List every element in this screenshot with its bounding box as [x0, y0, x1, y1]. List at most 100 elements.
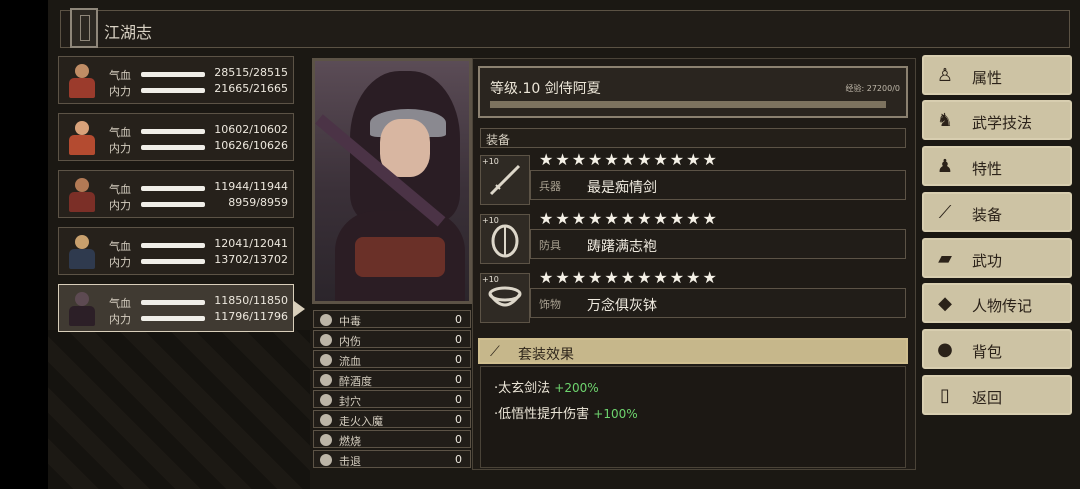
- weapon-row[interactable]: 兵器 最是痴情剑: [530, 170, 906, 200]
- mp-bar: [141, 202, 205, 207]
- equipment-section-label: 装备: [486, 133, 511, 147]
- menu-martial-techniques-button[interactable]: ♞ 武学技法: [922, 100, 1072, 140]
- status-qi-deviation: 走火入魔 0: [313, 410, 471, 428]
- mp-label: 内力: [109, 199, 131, 212]
- warrior-red-icon: [64, 62, 100, 100]
- set-effect-label: 套装效果: [518, 347, 574, 363]
- armor-name: 踌躇满志袍: [587, 239, 657, 255]
- menu-traits-button[interactable]: ♟ 特性: [922, 146, 1072, 186]
- menu-equipment-button[interactable]: ⟋ 装备: [922, 192, 1072, 232]
- bowl-icon[interactable]: +10: [480, 273, 530, 323]
- needle-icon: [320, 394, 332, 406]
- team-member-5-selected[interactable]: 气血 11850/11850 内力 11796/11796: [58, 284, 305, 332]
- hp-bar: [141, 186, 205, 191]
- book-icon: [70, 8, 98, 48]
- accessory-slot-label: 饰物: [539, 298, 561, 311]
- hp-bar: [141, 129, 205, 134]
- status-burning: 燃烧 0: [313, 430, 471, 448]
- status-internal-injury: 内伤 0: [313, 330, 471, 348]
- bag-icon: ●: [937, 338, 953, 360]
- blood-icon: [320, 354, 332, 366]
- hp-value: 11850/11850: [214, 294, 288, 307]
- menu-biography-button[interactable]: ◆ 人物传记: [922, 283, 1072, 323]
- menu-skills-button[interactable]: ▰ 武功: [922, 238, 1072, 278]
- mp-label: 内力: [109, 85, 131, 98]
- mp-label: 内力: [109, 142, 131, 155]
- hp-value: 28515/28515: [214, 66, 288, 79]
- armor-slot-label: 防具: [539, 239, 561, 252]
- armor-stars: ★★★★★★★★★★★: [539, 209, 719, 228]
- hp-value: 10602/10602: [214, 123, 288, 136]
- enhance-level: +10: [482, 216, 499, 225]
- status-drunk: 醉酒度 0: [313, 370, 471, 388]
- status-poison: 中毒 0: [313, 310, 471, 328]
- door-icon: ▯: [940, 384, 950, 406]
- exp-bar: [490, 101, 886, 108]
- skull-icon: [320, 314, 332, 326]
- martial-figure-icon: ♞: [936, 109, 954, 131]
- weapon-slot-label: 兵器: [539, 180, 561, 193]
- accessory-row[interactable]: 饰物 万念俱灰钵: [530, 288, 906, 318]
- mp-value: 13702/13702: [214, 253, 288, 266]
- mp-label: 内力: [109, 313, 131, 326]
- enhance-level: +10: [482, 157, 499, 166]
- mp-value: 21665/21665: [214, 82, 288, 95]
- mp-bar: [141, 145, 205, 150]
- armor-icon[interactable]: +10: [480, 214, 530, 264]
- window-title: 江湖志: [104, 23, 153, 42]
- menu-bag-button[interactable]: ● 背包: [922, 329, 1072, 369]
- hat-swordsman-icon: [64, 233, 100, 271]
- status-knockback: 击退 0: [313, 450, 471, 468]
- equipment-section-header: 装备: [480, 128, 906, 148]
- hp-bar: [141, 243, 205, 248]
- menu-back-button[interactable]: ▯ 返回: [922, 375, 1072, 415]
- mp-label: 内力: [109, 256, 131, 269]
- character-header: 等级.10 剑侍阿夏 经验: 27200/0: [478, 66, 908, 118]
- accessory-name: 万念俱灰钵: [587, 298, 657, 314]
- hp-bar: [141, 72, 205, 77]
- sword-icon: ⟋: [490, 344, 500, 360]
- exp-text: 经验: 27200/0: [845, 84, 900, 93]
- wine-icon: [320, 374, 332, 386]
- hp-label: 气血: [109, 69, 131, 82]
- sword-icon: ⟋: [938, 201, 952, 223]
- armor-row[interactable]: 防具 踌躇满志袍: [530, 229, 906, 259]
- hp-value: 11944/11944: [214, 180, 288, 193]
- boot-icon: [320, 454, 332, 466]
- accessory-stars: ★★★★★★★★★★★: [539, 268, 719, 287]
- set-effect-header: ⟋ 套装效果: [478, 338, 908, 364]
- character-portrait: [312, 58, 472, 304]
- sword-icon[interactable]: +10: [480, 155, 530, 205]
- set-effect-2: ·低悟性提升伤害 +100%: [494, 407, 638, 422]
- team-member-3[interactable]: 气血 11944/11944 内力 8959/8959: [58, 170, 294, 218]
- weapon-stars: ★★★★★★★★★★★: [539, 150, 719, 169]
- hp-value: 12041/12041: [214, 237, 288, 250]
- status-bleeding: 流血 0: [313, 350, 471, 368]
- mp-value: 8959/8959: [228, 196, 288, 209]
- mp-value: 11796/11796: [214, 310, 288, 323]
- scroll-book-icon: ▰: [938, 247, 952, 269]
- demon-icon: [320, 414, 332, 426]
- hp-bar: [141, 300, 205, 305]
- level-and-name: 等级.10 剑侍阿夏: [490, 81, 601, 97]
- hp-label: 气血: [109, 126, 131, 139]
- weapon-name: 最是痴情剑: [587, 180, 657, 196]
- enhance-level: +10: [482, 275, 499, 284]
- hp-label: 气血: [109, 297, 131, 310]
- person-icon: ♙: [936, 64, 954, 86]
- hooded-swordswoman-icon: [64, 290, 100, 328]
- background-pattern: [48, 330, 310, 489]
- team-member-1[interactable]: 气血 28515/28515 内力 21665/21665: [58, 56, 294, 104]
- belt: [355, 237, 445, 277]
- mp-bar: [141, 259, 205, 264]
- fire-icon: [320, 434, 332, 446]
- mp-bar: [141, 316, 205, 321]
- diamond-icon: ◆: [938, 292, 952, 314]
- hp-label: 气血: [109, 183, 131, 196]
- mp-value: 10626/10626: [214, 139, 288, 152]
- menu-attributes-button[interactable]: ♙ 属性: [922, 55, 1072, 95]
- team-member-2[interactable]: 气血 10602/10602 内力 10626/10626: [58, 113, 294, 161]
- team-member-4[interactable]: 气血 12041/12041 内力 13702/13702: [58, 227, 294, 275]
- trait-figure-icon: ♟: [936, 155, 954, 177]
- broken-heart-icon: [320, 334, 332, 346]
